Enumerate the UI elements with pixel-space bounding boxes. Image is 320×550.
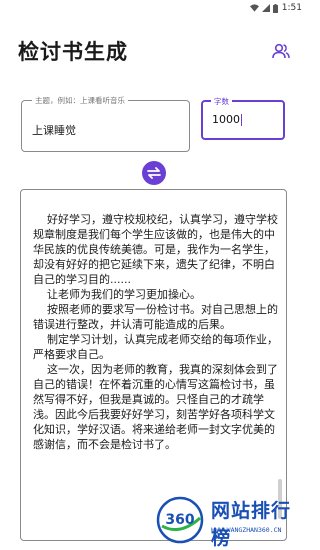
topic-field[interactable]: 主题，例如：上课看听音乐 上课睡觉 xyxy=(21,95,190,152)
signal-icon xyxy=(261,4,270,12)
watermark-url: WWW.WANGZHAN360.CN xyxy=(211,526,282,534)
generate-button[interactable] xyxy=(142,161,166,185)
watermark-text: 网站排行榜 xyxy=(211,500,292,549)
word-count-field[interactable]: 字数 1000 xyxy=(201,96,285,140)
watermark-logo: 360 网站排行榜 WWW.WANGZHAN360.CN xyxy=(156,496,304,549)
topic-input[interactable]: 上课睡觉 xyxy=(32,122,76,138)
status-icons xyxy=(249,3,278,13)
page-title: 检讨书生成 xyxy=(18,40,128,64)
word-count-label: 字数 xyxy=(211,96,232,107)
watermark-badge-icon: 360 xyxy=(156,496,204,544)
people-icon xyxy=(272,43,290,59)
wifi-icon xyxy=(249,4,259,12)
svg-text:360: 360 xyxy=(165,512,194,528)
word-count-input[interactable]: 1000 xyxy=(212,113,242,126)
result-output-box[interactable]: 好好学习，遵守校规校纪，认真学习，遵守学校规章制度是我们每个学生应该做的，也是伟… xyxy=(20,189,287,541)
profile-button[interactable] xyxy=(270,40,292,62)
topic-field-label: 主题，例如：上课看听音乐 xyxy=(32,95,128,106)
result-text: 好好学习，遵守校规校纪，认真学习，遵守学校规章制度是我们每个学生应该做的，也是伟… xyxy=(33,213,278,451)
status-bar: 1:51 xyxy=(0,0,308,16)
word-count-value: 1000 xyxy=(212,113,240,126)
swap-arrows-icon xyxy=(147,167,161,179)
status-time: 1:51 xyxy=(281,3,302,13)
battery-icon xyxy=(272,3,278,13)
text-cursor xyxy=(241,114,242,126)
